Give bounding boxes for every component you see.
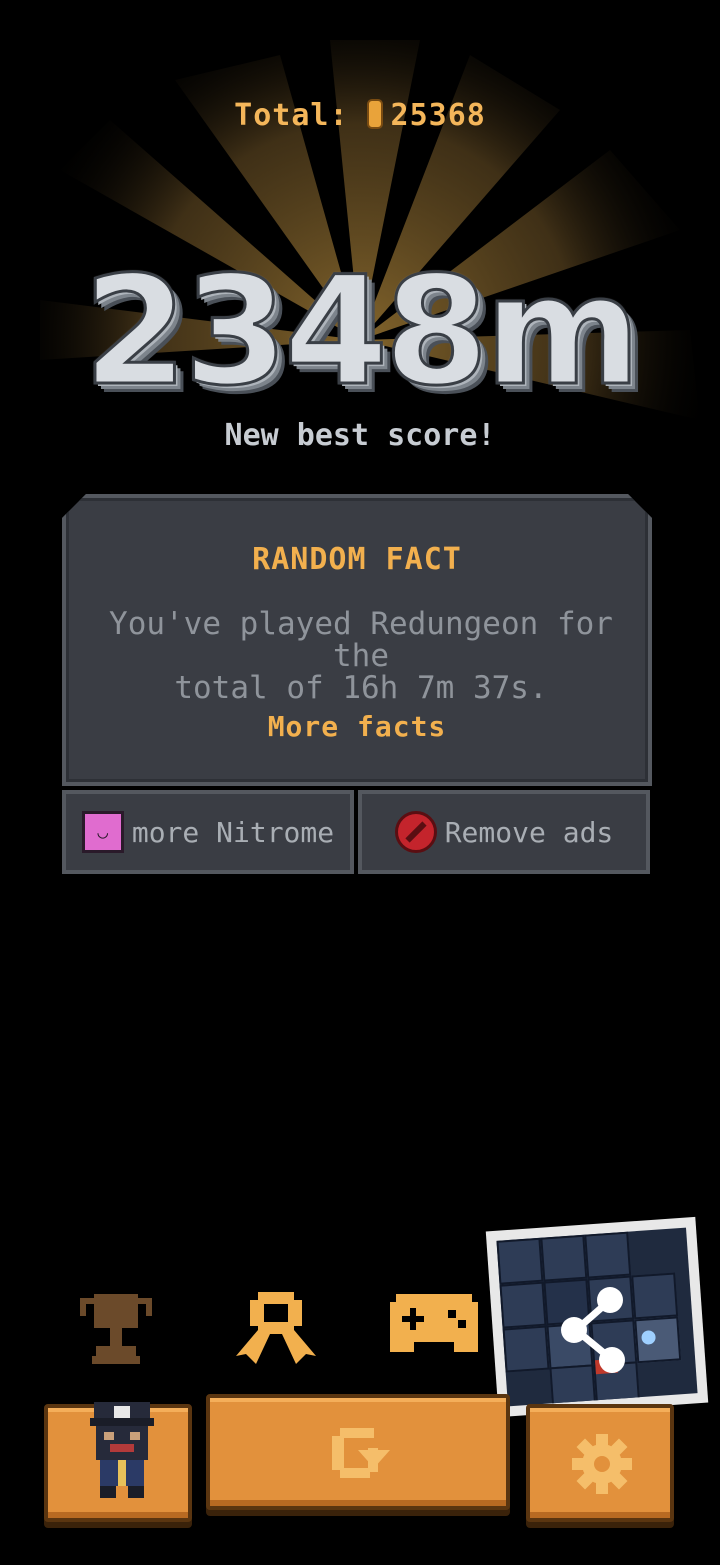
total-coins: Total: 25368 (0, 98, 720, 133)
gear-icon (572, 1434, 632, 1494)
replay-icon (332, 1428, 390, 1478)
random-fact-panel: RANDOM FACT You've played Redungeon for … (62, 494, 652, 786)
nitrome-face-icon: ◡ (81, 811, 124, 853)
trophy-icon[interactable] (76, 1290, 156, 1366)
fact-text: You've played Redungeon for the total of… (86, 608, 636, 704)
gamepad-icon[interactable] (388, 1290, 480, 1356)
character-avatar-icon (90, 1402, 154, 1498)
more-nitrome-button[interactable]: ◡ more Nitrome (62, 790, 354, 874)
fact-heading: RANDOM FACT (252, 542, 462, 577)
new-best-label: New best score! (224, 418, 496, 453)
remove-ads-button[interactable]: Remove ads (358, 790, 650, 874)
more-facts-link[interactable]: More facts (66, 710, 648, 743)
settings-button[interactable] (526, 1404, 674, 1522)
remove-ads-label: Remove ads (444, 815, 614, 849)
total-label: Total: (234, 98, 349, 133)
award-ribbon-icon[interactable] (236, 1290, 316, 1370)
coin-icon (366, 99, 383, 129)
total-value: 25368 (390, 98, 486, 133)
share-icon[interactable] (560, 1286, 628, 1376)
fact-line-2: total of 16h 7m 37s. (174, 670, 548, 706)
fact-line-1: You've played Redungeon for the (109, 606, 613, 674)
no-ads-icon (394, 811, 437, 853)
more-nitrome-label: more Nitrome (131, 815, 335, 849)
replay-button[interactable] (206, 1394, 510, 1510)
distance-score: 2348m (82, 245, 643, 419)
character-select-button[interactable] (44, 1402, 192, 1522)
